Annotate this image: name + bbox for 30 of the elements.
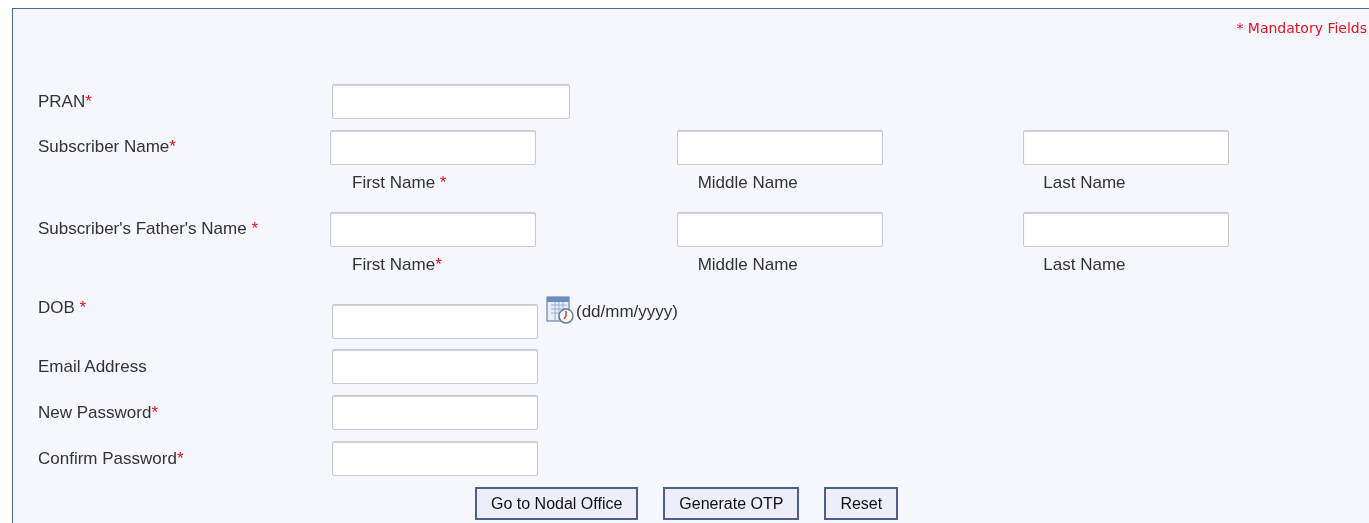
field-label: Middle Name	[697, 255, 798, 275]
field-label: Email Address	[38, 356, 147, 376]
text-input[interactable]	[332, 84, 570, 119]
text-input[interactable]	[330, 211, 537, 247]
date-format-hint: (dd/mm/yyyy)	[576, 300, 678, 323]
field-label: Last Name	[1043, 173, 1126, 193]
text-input[interactable]	[332, 349, 538, 384]
calendar-icon[interactable]	[545, 293, 575, 325]
field-label: PRAN*	[38, 91, 92, 111]
field-label: Subscriber Name*	[38, 137, 176, 157]
text-input[interactable]	[676, 129, 883, 165]
field-label: Subscriber's Father's Name *	[38, 219, 259, 239]
text-input[interactable]	[1022, 211, 1229, 247]
field-label: Confirm Password*	[38, 448, 184, 468]
field-label: First Name*	[352, 255, 442, 275]
text-input[interactable]	[330, 129, 537, 165]
field-label: First Name *	[352, 173, 447, 193]
mandatory-fields-note: * Mandatory Fields	[1236, 19, 1367, 38]
form-button[interactable]: Generate OTP	[663, 487, 800, 520]
field-label: New Password*	[38, 402, 158, 422]
text-input[interactable]	[1022, 129, 1229, 165]
text-input[interactable]	[676, 211, 883, 247]
field-label: DOB *	[38, 298, 87, 317]
date-input[interactable]	[332, 304, 538, 339]
form-button[interactable]: Reset	[824, 487, 899, 520]
field-label: Middle Name	[697, 173, 798, 193]
field-label: Last Name	[1043, 255, 1126, 275]
text-input[interactable]	[332, 395, 538, 430]
form-button[interactable]: Go to Nodal Office	[475, 487, 639, 520]
text-input[interactable]	[332, 441, 538, 476]
